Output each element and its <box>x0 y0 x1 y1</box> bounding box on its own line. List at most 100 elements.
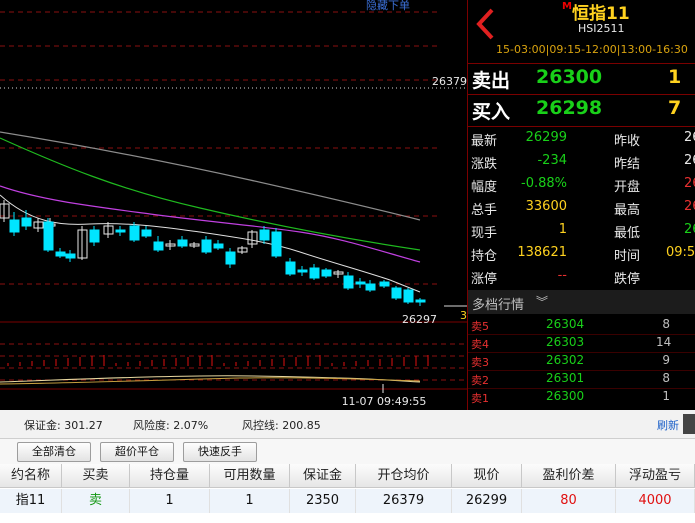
stat-label: 现手 <box>471 226 498 241</box>
depth-volume: 8 <box>662 317 670 331</box>
market-flag: M <box>562 1 572 12</box>
stat-low: 26 <box>684 222 695 237</box>
depth-volume: 14 <box>656 335 672 349</box>
depth-price[interactable]: 26302 <box>546 353 584 367</box>
depth-volume: 1 <box>662 389 670 403</box>
depth-price[interactable]: 26304 <box>546 317 584 331</box>
stat-label: 昨结 <box>614 157 641 172</box>
col-header[interactable]: 现价 <box>452 464 522 488</box>
candle-body <box>129 225 140 241</box>
col-header[interactable]: 持仓量 <box>130 464 210 488</box>
col-header[interactable]: 可用数量 <box>210 464 290 488</box>
col-header[interactable]: 约名称 <box>0 464 62 488</box>
account-summary-bar: 保证金: 301.27 风险度: 2.07% 风控线: 200.85 刷新 <box>0 410 695 438</box>
double-chevron-down-icon[interactable]: ︾ <box>536 293 548 310</box>
quick-reverse-button[interactable]: 快速反手 <box>183 442 257 462</box>
stat-label: 最新 <box>471 134 498 149</box>
hide-order-link[interactable]: 隐藏下单 <box>366 0 410 13</box>
stat-label: 总手 <box>471 203 498 218</box>
quote-panel: M 恒指11 HSI2511 15-03:00|09:15-12:00|13:0… <box>467 0 695 410</box>
stat-current-volume: 1 <box>558 222 567 237</box>
risk-line-value: 风控线: 200.85 <box>242 419 321 432</box>
bid-volume: 7 <box>668 97 682 119</box>
candle-body <box>65 253 76 259</box>
ask-volume: 1 <box>668 66 682 88</box>
kline-chart[interactable]: 26379 26297 3 11-07 09:49:55 隐藏下单 <box>0 0 467 410</box>
stat-label: 涨跌 <box>471 157 498 172</box>
stat-time: 09:5 <box>666 245 695 260</box>
cell-current-price: 26299 <box>452 489 522 513</box>
ask-row[interactable]: 卖出 26300 1 <box>468 64 695 94</box>
cell-position: 1 <box>130 489 210 513</box>
cell-contract: 指11 <box>0 489 62 513</box>
avg-cost-label: 26379 <box>432 75 467 88</box>
candle-body <box>309 267 320 279</box>
stat-label: 涨停 <box>471 272 498 287</box>
stat-prev-close: 26 <box>684 130 695 145</box>
instrument-code: HSI2511 <box>578 22 625 35</box>
candle-body <box>355 281 366 285</box>
candle-body <box>43 221 54 251</box>
stat-limit-up: -- <box>557 268 567 283</box>
depth-title: 多档行情 <box>472 298 525 313</box>
margin-value: 保证金: 301.27 <box>24 419 103 432</box>
stat-label: 持仓 <box>471 249 498 264</box>
indicator-line <box>0 377 421 385</box>
depth-price[interactable]: 26303 <box>546 335 584 349</box>
cell-available: 1 <box>210 489 290 513</box>
depth-price[interactable]: 26300 <box>546 389 584 403</box>
stat-label: 幅度 <box>471 180 498 195</box>
depth-label: 卖2 <box>471 374 489 387</box>
stat-change: -234 <box>537 153 567 168</box>
cell-floating-pnl: 4000 <box>616 489 695 513</box>
bid-row[interactable]: 买入 26298 7 <box>468 95 695 125</box>
stat-label: 最低 <box>614 226 641 241</box>
stat-prev-settle: 26 <box>684 153 695 168</box>
candle-body <box>297 269 308 273</box>
ask-label: 卖出 <box>472 70 511 92</box>
stat-last: 26299 <box>525 130 567 145</box>
refresh-link[interactable]: 刷新 <box>657 417 679 433</box>
depth-price[interactable]: 26301 <box>546 371 584 385</box>
depth-header[interactable]: 多档行情 ︾ <box>468 290 695 314</box>
trading-sessions: 15-03:00|09:15-12:00|13:00-16:30 <box>496 43 688 56</box>
candle-body <box>379 281 390 287</box>
stat-high: 26 <box>684 199 695 214</box>
col-header[interactable]: 盈利价差 <box>522 464 616 488</box>
close-all-button[interactable]: 全部清仓 <box>17 442 91 462</box>
candle-body <box>21 217 32 227</box>
ma-line-long <box>0 131 421 221</box>
kline-svg: 26379 26297 3 11-07 09:49:55 <box>0 11 467 408</box>
bid-label: 买入 <box>472 101 511 123</box>
divider <box>468 126 695 127</box>
candle-body <box>177 239 188 247</box>
col-header[interactable]: 浮动盈亏 <box>616 464 695 488</box>
scrollbar[interactable] <box>683 414 695 434</box>
bid-price: 26298 <box>536 97 603 119</box>
candle-body <box>271 231 282 257</box>
col-header[interactable]: 开仓均价 <box>356 464 452 488</box>
candle-body <box>321 269 332 277</box>
candle-body <box>391 287 402 299</box>
candle-body <box>403 289 414 303</box>
super-close-button[interactable]: 超价平仓 <box>100 442 174 462</box>
candle-body <box>213 243 224 249</box>
col-header[interactable]: 买卖 <box>62 464 130 488</box>
back-arrow-icon[interactable] <box>474 8 496 40</box>
candle-body <box>365 283 376 291</box>
stat-open: 26 <box>684 176 695 191</box>
risk-value: 风险度: 2.07% <box>133 419 209 432</box>
candle-body <box>153 241 164 251</box>
candle-body <box>89 229 100 243</box>
stat-label: 最高 <box>614 203 641 218</box>
candle-body <box>55 251 66 257</box>
cursor-time-label: 11-07 09:49:55 <box>342 395 427 408</box>
depth-label: 卖4 <box>471 338 489 351</box>
stat-change-pct: -0.88% <box>521 176 567 191</box>
instrument-name: 恒指11 <box>572 4 630 24</box>
depth-label: 卖5 <box>471 320 489 333</box>
positions-table: 约名称 买卖 持仓量 可用数量 保证金 开仓均价 现价 盈利价差 浮动盈亏 指1… <box>0 464 695 523</box>
depth-label: 卖3 <box>471 356 489 369</box>
stat-total-volume: 33600 <box>525 199 567 214</box>
col-header[interactable]: 保证金 <box>290 464 356 488</box>
